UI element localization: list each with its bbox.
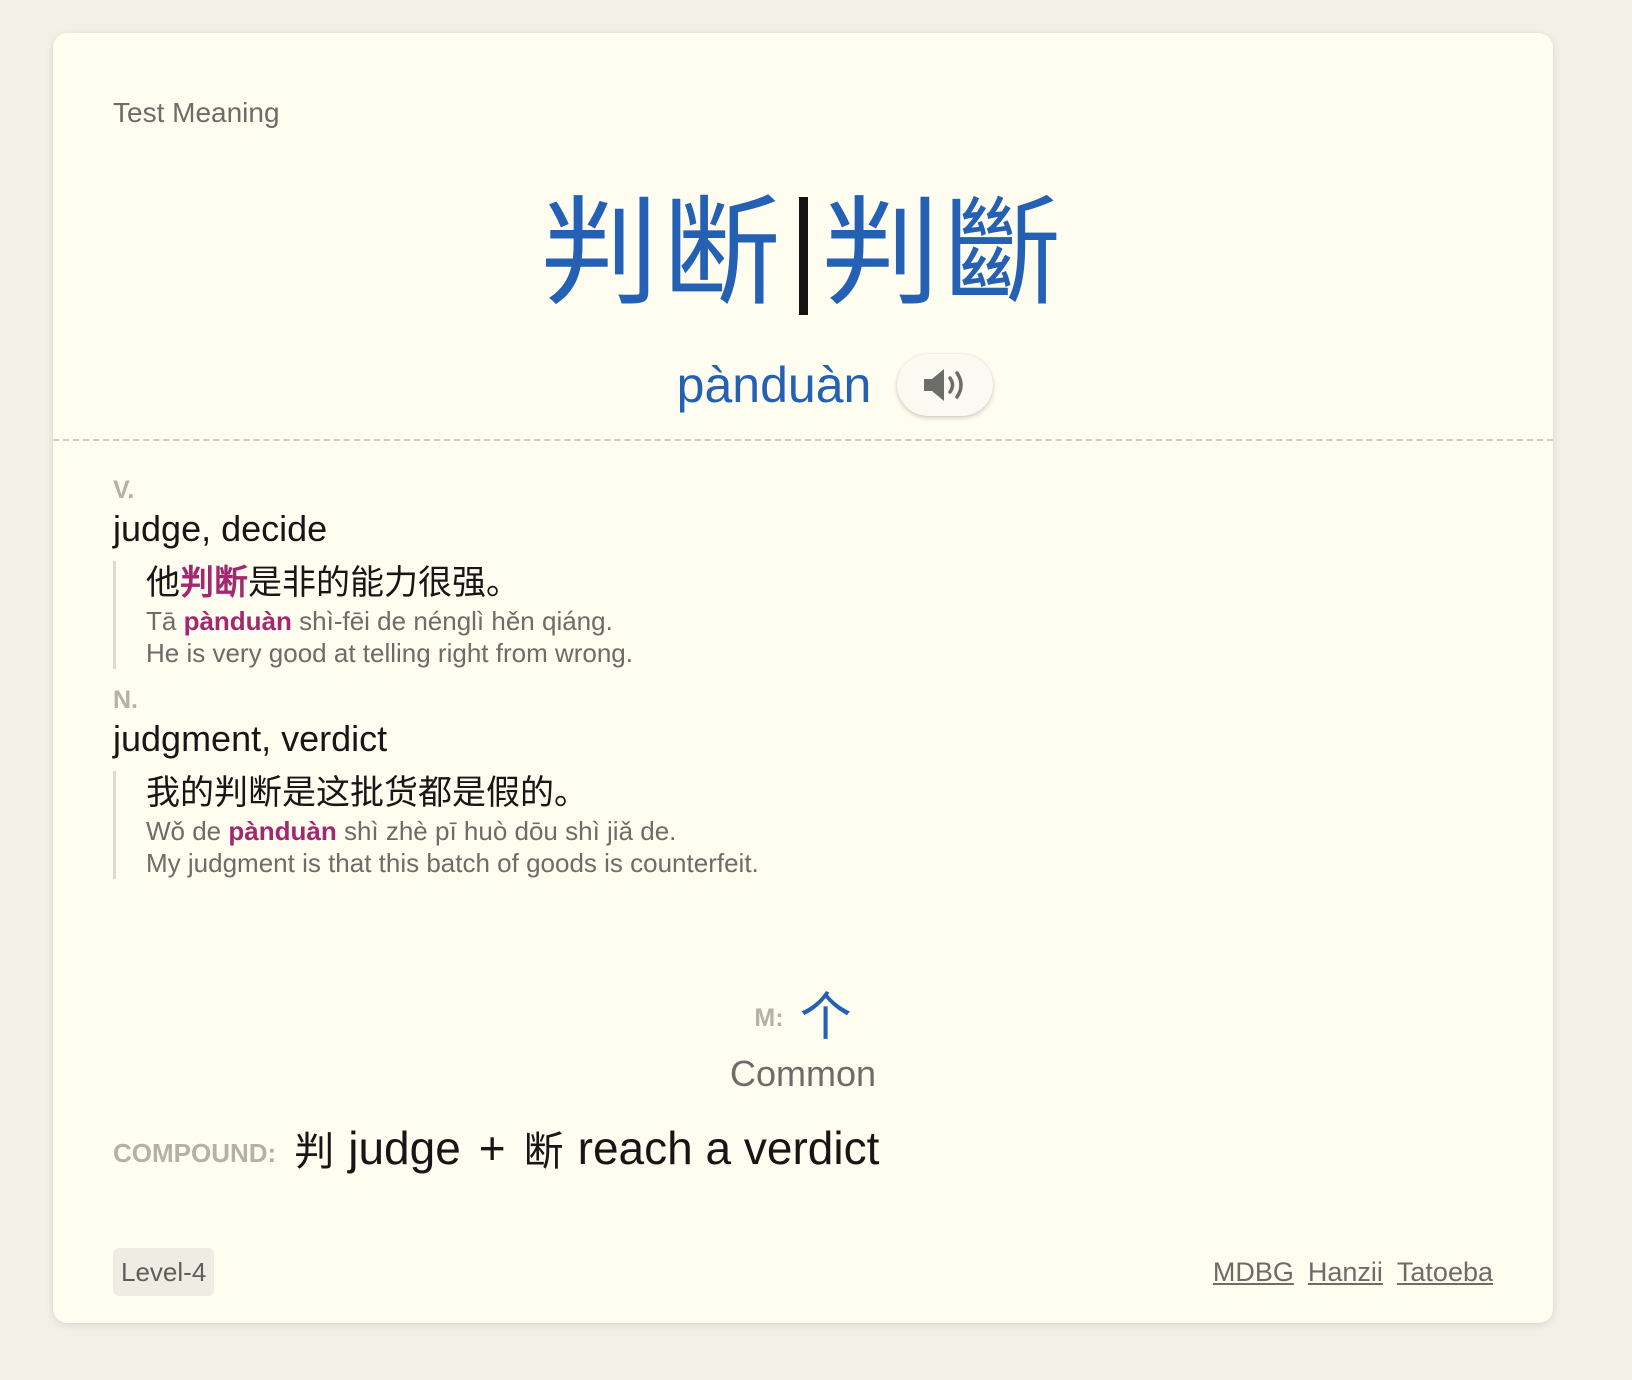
- example-pinyin-highlight: pànduàn: [183, 606, 292, 636]
- link-hanzii[interactable]: Hanzii: [1308, 1248, 1383, 1296]
- headword-separator: [798, 197, 808, 316]
- level-badge: Level-4: [113, 1248, 215, 1296]
- example-pinyin: Tā pànduàn shì-fēi de nénglì hěn qiáng.: [146, 605, 1493, 637]
- example-translation: My judgment is that this batch of goods …: [146, 848, 759, 878]
- definition-meaning: judge, decide: [113, 508, 328, 549]
- example-pinyin-highlight: pànduàn: [228, 816, 337, 846]
- headword: 判断 判斷: [53, 178, 1553, 329]
- dictionary-links: MDBG Hanzii Tatoeba: [1213, 1248, 1493, 1296]
- example-chinese: 他判断是非的能力很强。: [146, 561, 1493, 605]
- frequency-label: Common: [729, 1053, 877, 1094]
- example-translation: He is very good at telling right from wr…: [146, 638, 633, 668]
- example-chinese-part: 他: [146, 563, 180, 603]
- flashcard: Test Meaning 判断 判斷 pànduàn V. judge, deci…: [53, 33, 1553, 1323]
- measure-word: M: 个: [53, 983, 1553, 1053]
- compound-breakdown: COMPOUND: 判 judge + 断 reach a verdict: [113, 1113, 879, 1183]
- compound-part-meaning: reach a verdict: [577, 1122, 880, 1174]
- definition-item: N. judgment, verdict 我的判断是这批货都是假的。 Wǒ de…: [113, 683, 1493, 879]
- example-pinyin-part: Wǒ de: [146, 816, 229, 846]
- example-pinyin-part: shì-fēi de nénglì hěn qiáng.: [291, 606, 613, 636]
- example-pinyin: Wǒ de pànduàn shì zhè pī huò dōu shì jiǎ…: [146, 815, 1493, 847]
- measure-word-label: M:: [754, 1004, 784, 1032]
- definition-item: V. judge, decide 他判断是非的能力很强。 Tā pànduàn …: [113, 473, 1493, 669]
- section-divider: [53, 439, 1553, 441]
- example-chinese-highlight: 判断: [180, 563, 248, 603]
- measure-word-char: 个: [799, 988, 852, 1048]
- example-sentence: 他判断是非的能力很强。 Tā pànduàn shì-fēi de nénglì…: [113, 561, 1493, 669]
- compound-joiner: +: [478, 1122, 506, 1174]
- part-of-speech: V.: [113, 476, 135, 504]
- example-chinese-part: 是非的能力很强。: [248, 563, 520, 603]
- compound-label: COMPOUND:: [113, 1137, 277, 1168]
- link-tatoeba[interactable]: Tatoeba: [1397, 1248, 1493, 1296]
- definition-meaning: judgment, verdict: [113, 718, 388, 759]
- example-pinyin-part: shì zhè pī huò dōu shì jiǎ de.: [336, 816, 677, 846]
- compound-part-char: 断: [523, 1129, 564, 1175]
- link-mdbg[interactable]: MDBG: [1213, 1248, 1294, 1296]
- speaker-icon: [924, 369, 964, 401]
- example-pinyin-part: Tā: [146, 606, 184, 636]
- example-chinese: 我的判断是这批货都是假的。: [146, 773, 588, 813]
- headword-simplified: 判断: [540, 184, 785, 322]
- definitions-list: V. judge, decide 他判断是非的能力很强。 Tā pànduàn …: [113, 473, 1493, 893]
- compound-part-meaning: judge: [348, 1122, 461, 1174]
- headword-pinyin: pànduàn: [676, 357, 872, 413]
- pinyin-row: pànduàn: [53, 339, 1553, 431]
- headword-traditional: 判斷: [821, 184, 1066, 322]
- card-type-label: Test Meaning: [113, 97, 280, 128]
- part-of-speech: N.: [113, 686, 138, 714]
- example-sentence: 我的判断是这批货都是假的。 Wǒ de pànduàn shì zhè pī h…: [113, 771, 1493, 879]
- compound-part-char: 判: [294, 1129, 335, 1175]
- play-audio-button[interactable]: [897, 354, 994, 416]
